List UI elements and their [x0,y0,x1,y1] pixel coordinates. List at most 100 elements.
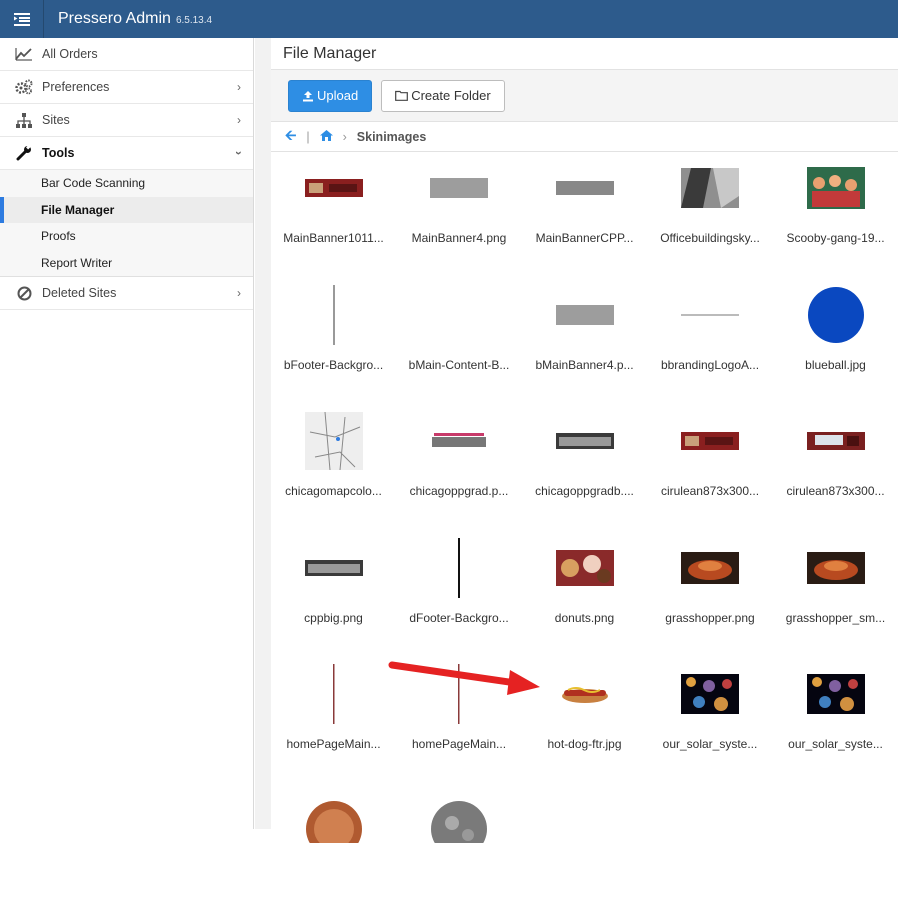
file-tile[interactable]: bMainBanner4.p... [522,279,647,405]
file-thumbnail [522,532,647,604]
file-thumbnail [773,405,898,477]
file-thumbnail [271,152,396,224]
file-name: homePageMain... [286,737,381,751]
file-thumbnail [773,279,898,351]
line-chart-icon [14,44,34,64]
tools-submenu: Bar Code Scanning File Manager Proofs Re… [0,170,253,277]
top-bar: Pressero Admin 6.5.13.4 [0,0,898,38]
file-tile[interactable]: donuts.png [522,532,647,658]
file-tile[interactable]: cirulean873x300... [648,405,773,531]
file-name: bbrandingLogoA... [660,357,760,372]
sidebar-item-label: Deleted Sites [42,286,117,300]
sidebar-item-sites[interactable]: Sites › [0,104,253,137]
file-thumbnail [397,405,522,477]
file-name: bMainBanner4.p... [535,357,634,372]
file-name: hot-dog-ftr.jpg [547,737,622,751]
file-name: chicagoppgradb.... [535,484,634,498]
file-thumbnail [773,152,898,224]
file-tile[interactable]: blueball.jpg [773,279,898,405]
file-tile[interactable]: chicagoppgradb.... [522,405,647,531]
file-thumbnail [397,279,522,351]
file-name: MainBannerCPP... [535,231,634,245]
file-name: blueball.jpg [805,357,866,372]
sidebar-subitem-report-writer[interactable]: Report Writer [0,250,253,277]
file-name: MainBanner4.png [411,231,507,245]
file-tile[interactable]: Scooby-gang-19... [773,152,898,278]
file-tile[interactable]: our_solar_syste... [773,658,898,784]
file-name: bFooter-Backgro... [283,357,384,372]
ban-icon [14,283,34,303]
app-title: Pressero Admin [58,10,171,27]
sidebar: All Orders Preferences › Sites › Tools ›… [0,38,254,829]
sidebar-item-label: Preferences [42,80,110,94]
sidebar-item-deleted-sites[interactable]: Deleted Sites › [0,277,253,310]
file-tile[interactable]: grasshopper_sm... [773,532,898,658]
breadcrumb-chevron: › [342,129,347,144]
create-folder-button[interactable]: Create Folder [381,79,505,112]
sidebar-item-label: All Orders [42,47,98,61]
upload-icon [303,90,313,101]
file-thumbnail [648,658,773,730]
file-tile[interactable]: MainBanner1011... [271,152,396,278]
home-icon[interactable] [319,129,333,144]
file-thumbnail [648,152,773,224]
chevron-down-icon: › [232,151,246,155]
file-tile[interactable]: MainBanner4.png [397,152,522,278]
file-tile[interactable]: bFooter-Backgro... [271,279,396,405]
file-name: cppbig.png [304,610,363,625]
file-tile[interactable]: dFooter-Backgro... [397,532,522,658]
file-thumbnail [773,532,898,604]
file-thumbnail [397,532,522,604]
file-thumbnail [522,405,647,477]
menu-collapse-icon [13,12,30,26]
file-tile[interactable]: bMain-Content-B... [397,279,522,405]
gears-icon [14,77,34,97]
file-thumbnail [397,152,522,224]
file-thumbnail [271,532,396,604]
file-tile[interactable]: homePageMain... [271,658,396,784]
file-name: chicagoppgrad.p... [409,484,509,498]
file-tile[interactable]: cppbig.png [271,532,396,658]
file-name: dFooter-Backgro... [409,610,509,625]
file-tile[interactable]: cirulean873x300... [773,405,898,531]
file-thumbnail [271,279,396,351]
file-tile[interactable]: MainBannerCPP... [522,152,647,278]
sidebar-item-label: Sites [42,113,70,127]
sidebar-item-tools[interactable]: Tools › [0,137,253,170]
sidebar-item-preferences[interactable]: Preferences › [0,71,253,104]
file-name: our_solar_syste... [662,737,758,751]
file-thumbnail [271,658,396,730]
upload-button[interactable]: Upload [288,79,373,112]
file-tile[interactable]: bbrandingLogoA... [648,279,773,405]
file-name: chicagomapcolo... [285,484,382,498]
file-tile[interactable]: Officebuildingsky... [648,152,773,278]
main-content: File Manager Upload Create Folder 🡨 | › … [271,38,898,843]
file-name: donuts.png [554,610,615,625]
file-tile[interactable]: chicagomapcolo... [271,405,396,531]
menu-toggle-button[interactable] [0,0,44,38]
file-tile[interactable] [271,785,396,911]
sidebar-subitem-proofs[interactable]: Proofs [0,223,253,250]
file-tile[interactable]: chicagoppgrad.p... [397,405,522,531]
sidebar-item-all-orders[interactable]: All Orders [0,38,253,71]
app-version: 6.5.13.4 [175,14,213,26]
file-tile[interactable]: our_solar_syste... [648,658,773,784]
sidebar-subitem-bar-code-scanning[interactable]: Bar Code Scanning [0,170,253,197]
upload-label: Upload [317,88,359,103]
back-arrow-icon[interactable]: 🡨 [285,125,296,149]
scroll-gutter [255,38,271,829]
file-thumbnail [648,532,773,604]
toolbar: Upload Create Folder [271,70,898,122]
file-thumbnail [271,405,396,477]
file-name: Scooby-gang-19... [786,231,885,245]
file-name: grasshopper_sm... [785,610,886,625]
file-name: Officebuildingsky... [660,231,760,245]
file-tile[interactable]: grasshopper.png [648,532,773,658]
file-name: cirulean873x300... [786,484,885,498]
file-thumbnail [271,785,396,857]
sidebar-subitem-file-manager[interactable]: File Manager [0,196,253,223]
file-name: grasshopper.png [665,610,755,625]
breadcrumb-current[interactable]: Skinimages [357,130,426,144]
file-tile[interactable] [397,785,522,911]
file-name: MainBanner1011... [283,231,384,245]
